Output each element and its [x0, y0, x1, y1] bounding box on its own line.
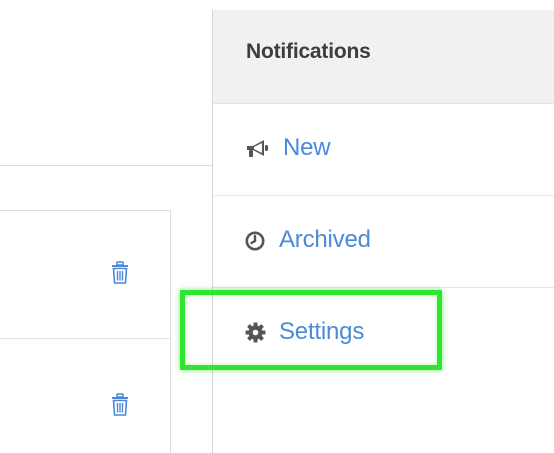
- menu-item-archived[interactable]: Archived: [213, 196, 554, 288]
- menu-item-label: New: [283, 134, 331, 161]
- item-table: [0, 210, 171, 453]
- menu-item-settings[interactable]: Settings: [213, 288, 554, 380]
- menu-item-new[interactable]: New: [213, 104, 554, 196]
- panel-title: Notifications: [246, 40, 371, 63]
- menu-item-label: Settings: [279, 318, 365, 345]
- menu-item-label: Archived: [279, 226, 371, 253]
- clock-icon: [245, 231, 265, 251]
- panel-header: Notifications: [213, 10, 554, 104]
- notifications-panel: Notifications New Archived Settings: [212, 10, 554, 453]
- trash-icon[interactable]: [110, 393, 130, 417]
- table-row: [0, 339, 170, 453]
- gear-icon: [245, 322, 266, 343]
- page: Notifications New Archived Settings: [0, 0, 554, 453]
- divider: [0, 165, 212, 166]
- trash-icon[interactable]: [110, 261, 130, 285]
- megaphone-icon: [244, 138, 270, 160]
- table-row: [0, 211, 170, 339]
